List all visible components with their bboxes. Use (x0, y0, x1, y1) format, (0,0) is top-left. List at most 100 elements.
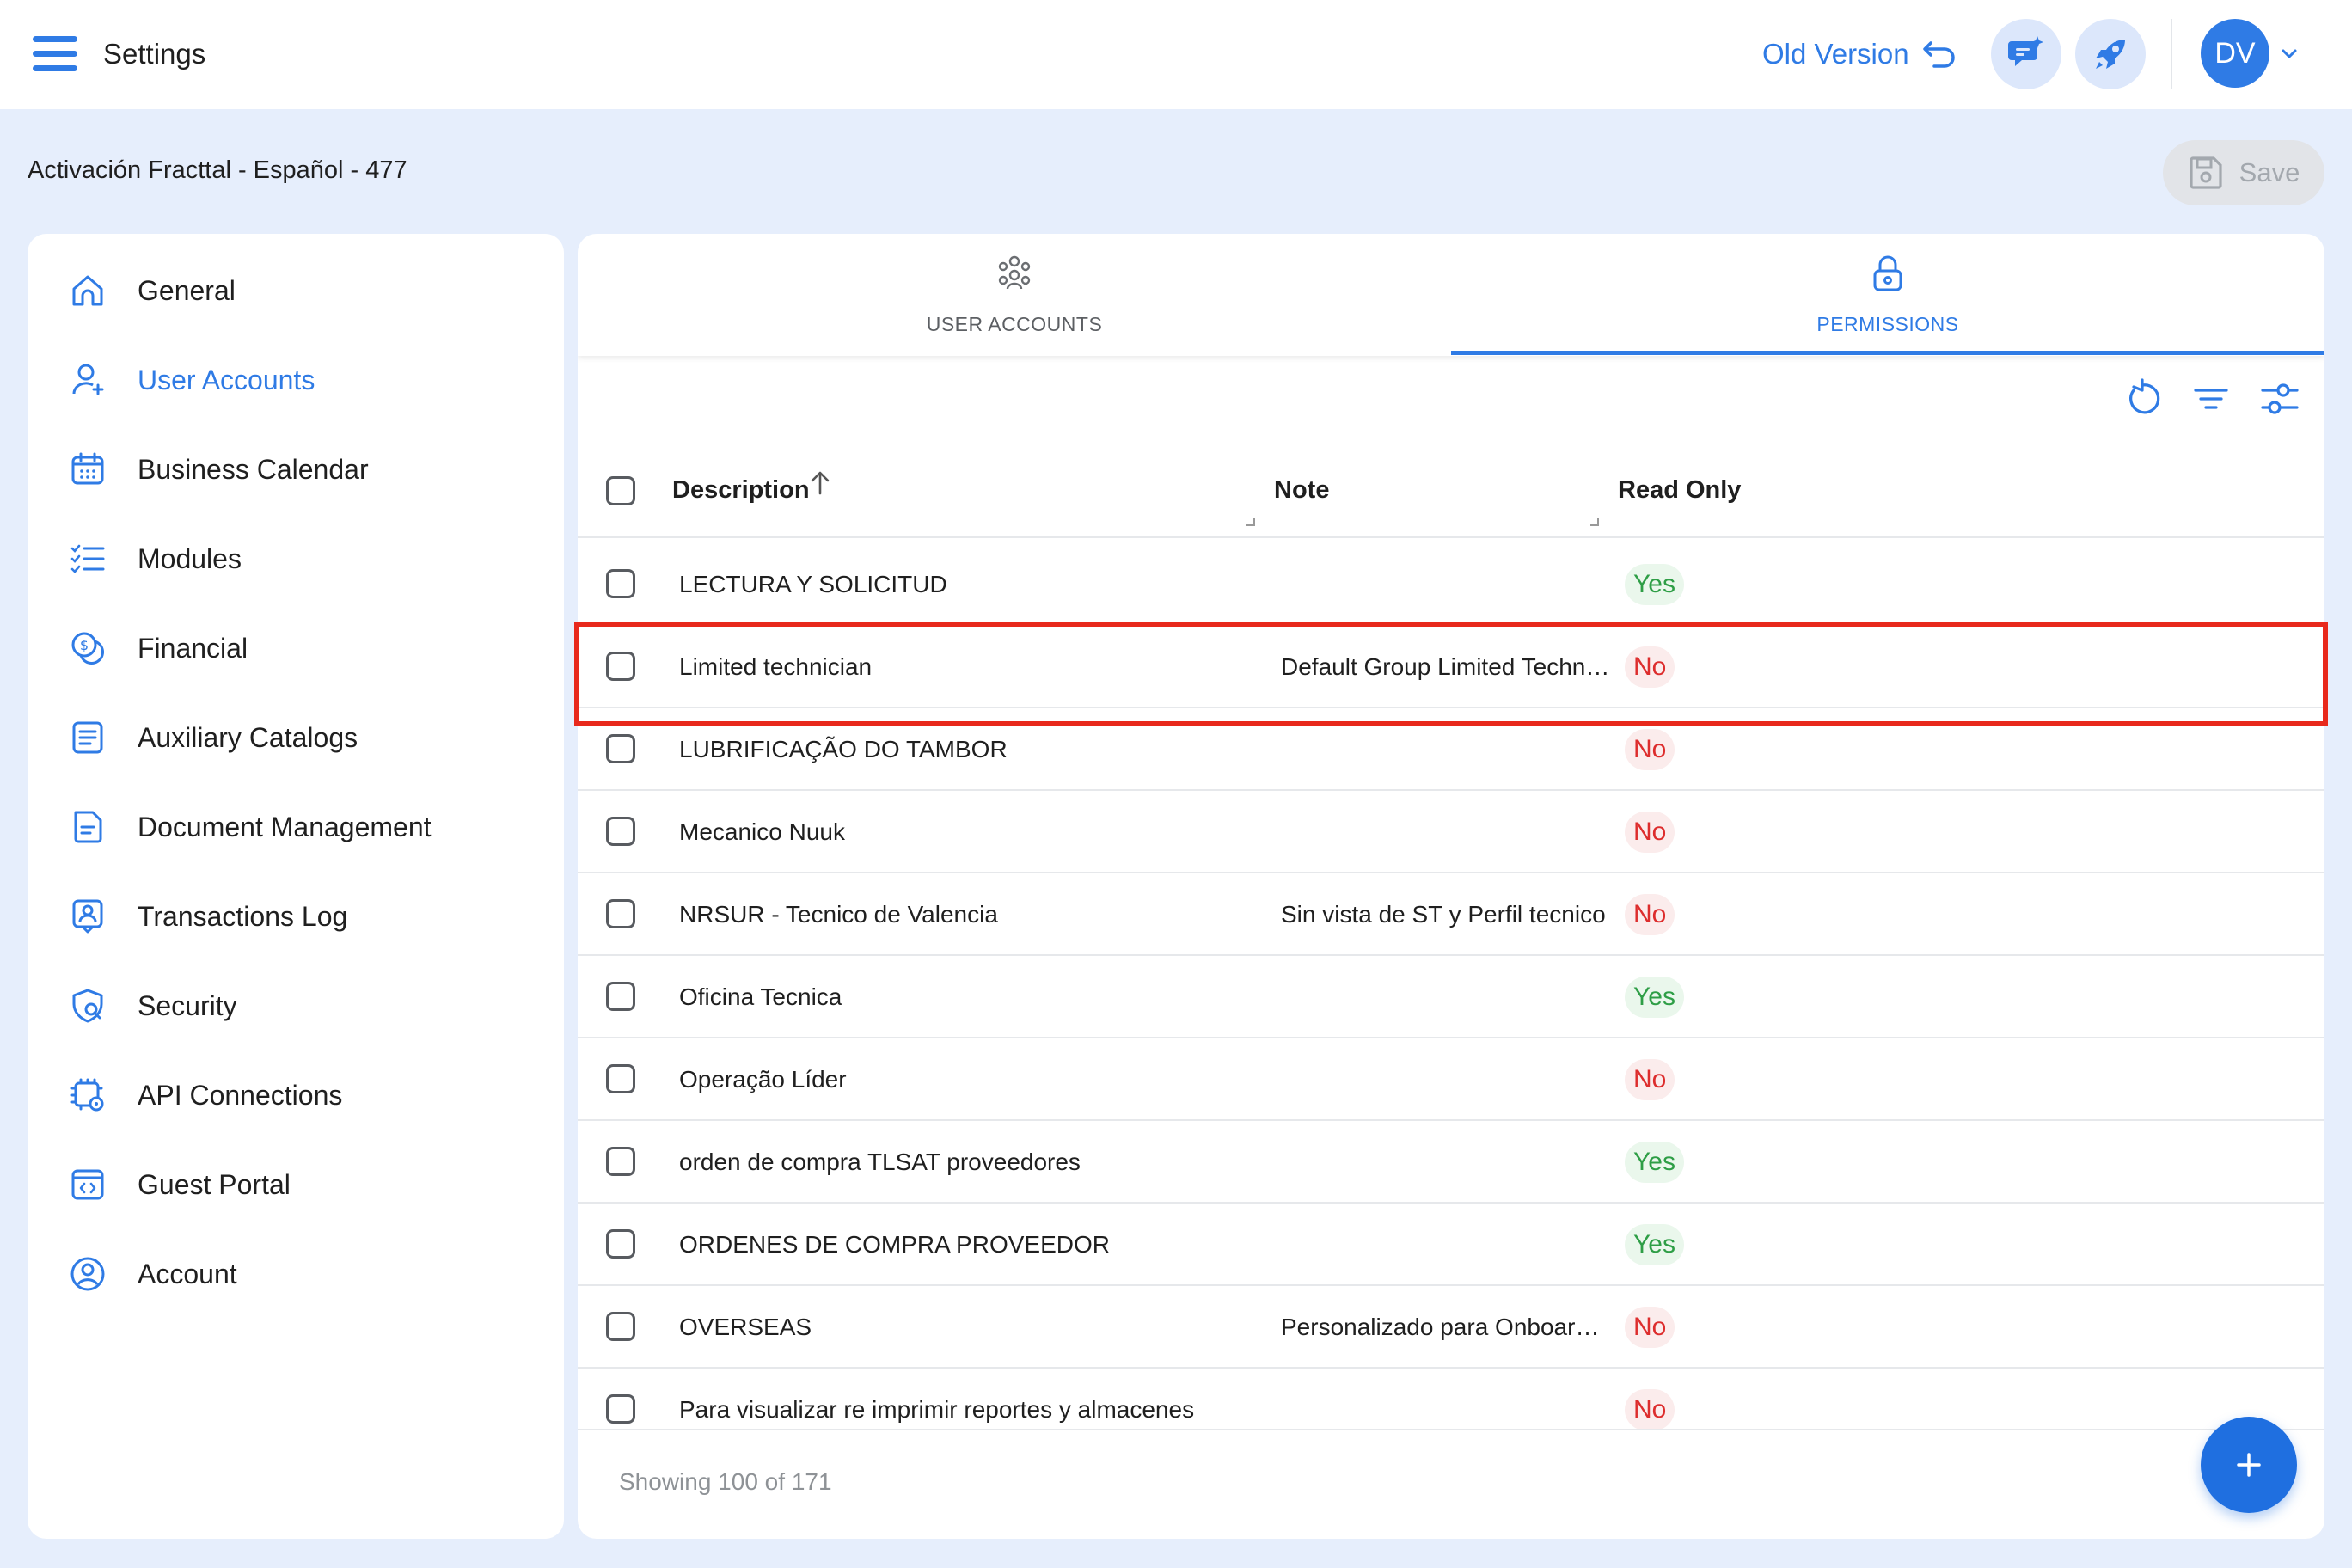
sidebar-item-label: Guest Portal (138, 1169, 291, 1200)
read-only-badge: Yes (1625, 977, 1684, 1018)
sidebar-item-label: API Connections (138, 1080, 343, 1111)
row-checkbox[interactable] (606, 899, 635, 928)
sidebar-item-user-accounts[interactable]: User Accounts (28, 346, 564, 414)
sidebar-item-financial[interactable]: $ Financial (28, 614, 564, 683)
avatar[interactable]: DV (2201, 19, 2269, 88)
table-body[interactable]: LECTURA Y SOLICITUD Yes Limited technici… (578, 543, 2324, 1429)
app-title: Settings (103, 38, 206, 70)
cell-note: Sin vista de ST y Perfil tecnico (1281, 901, 1606, 928)
money-icon: $ (71, 632, 105, 665)
column-header-description[interactable]: Description (672, 476, 810, 505)
chat-support-button[interactable] (1991, 19, 2061, 89)
read-only-badge: Yes (1625, 564, 1684, 605)
table-row[interactable]: Oficina Tecnica Yes (578, 956, 2324, 1038)
refresh-icon[interactable] (2122, 378, 2163, 420)
row-checkbox[interactable] (606, 1147, 635, 1176)
cell-note: Default Group Limited Technician (1281, 653, 1612, 680)
sidebar-item-modules[interactable]: Modules (28, 524, 564, 593)
table-row[interactable]: LUBRIFICAÇÃO DO TAMBOR No (578, 708, 2324, 791)
tab-permissions[interactable]: PERMISSIONS (1451, 234, 2324, 356)
row-checkbox[interactable] (606, 652, 635, 681)
table-row[interactable]: ORDENES DE COMPRA PROVEEDOR Yes (578, 1204, 2324, 1286)
sort-ascending-icon[interactable] (808, 469, 832, 497)
table-row[interactable]: OVERSEAS Personalizado para Onboarding N… (578, 1286, 2324, 1369)
filter-icon[interactable] (2190, 378, 2232, 420)
sidebar-item-transactions-log[interactable]: Transactions Log (28, 882, 564, 951)
read-only-badge: No (1625, 729, 1675, 770)
row-checkbox[interactable] (606, 734, 635, 763)
row-checkbox[interactable] (606, 982, 635, 1011)
tab-user-accounts[interactable]: USER ACCOUNTS (578, 234, 1451, 356)
cell-description: NRSUR - Tecnico de Valencia (679, 901, 998, 928)
sidebar-item-document-management[interactable]: Document Management (28, 793, 564, 861)
user-add-icon (72, 364, 104, 395)
table-row[interactable]: LECTURA Y SOLICITUD Yes (578, 543, 2324, 626)
row-checkbox[interactable] (606, 1229, 635, 1259)
read-only-badge: Yes (1625, 1224, 1684, 1265)
account-icon (70, 1257, 105, 1291)
table-row[interactable]: Limited technician Default Group Limited… (578, 626, 2324, 708)
sidebar-item-label: Financial (138, 633, 248, 664)
portal-icon (71, 1169, 104, 1200)
old-version-link[interactable]: Old Version (1762, 38, 1909, 70)
sidebar-item-account[interactable]: Account (28, 1240, 564, 1308)
tab-label: USER ACCOUNTS (926, 313, 1103, 335)
table-row[interactable]: Operação Líder No (578, 1038, 2324, 1121)
document-icon (74, 811, 102, 843)
lock-icon (1873, 255, 1902, 291)
sidebar-item-label: Auxiliary Catalogs (138, 722, 358, 753)
sidebar-item-general[interactable]: General (28, 256, 564, 325)
select-all-checkbox[interactable] (606, 476, 635, 505)
save-icon (2190, 156, 2222, 189)
row-checkbox[interactable] (606, 1064, 635, 1093)
add-permission-button[interactable] (2201, 1417, 2297, 1513)
sidebar-item-label: Account (138, 1259, 237, 1289)
sidebar-item-security[interactable]: Security (28, 971, 564, 1040)
sidebar-item-label: Document Management (138, 812, 432, 842)
column-resize-handle[interactable] (1246, 518, 1255, 526)
launch-button[interactable] (2075, 19, 2146, 89)
column-header-read-only[interactable]: Read Only (1618, 476, 1741, 505)
table-row[interactable]: orden de compra TLSAT proveedores Yes (578, 1121, 2324, 1204)
row-checkbox[interactable] (606, 817, 635, 846)
row-checkbox[interactable] (606, 1312, 635, 1341)
table-row[interactable]: Para visualizar re imprimir reportes y a… (578, 1369, 2324, 1429)
save-button[interactable]: Save (2163, 140, 2324, 205)
column-settings-icon[interactable] (2259, 378, 2300, 420)
read-only-badge: No (1625, 894, 1675, 935)
row-checkbox[interactable] (606, 1394, 635, 1424)
sidebar-item-api-connections[interactable]: API Connections (28, 1061, 564, 1130)
column-resize-handle[interactable] (1590, 518, 1599, 526)
permissions-panel: USER ACCOUNTS PERMISSIONS Description No… (578, 234, 2324, 1539)
cell-description: Para visualizar re imprimir reportes y a… (679, 1396, 1195, 1423)
calendar-icon (71, 452, 104, 485)
column-header-note[interactable]: Note (1274, 476, 1329, 505)
read-only-badge: Yes (1625, 1142, 1684, 1183)
chat-sparkle-icon (2008, 36, 2043, 66)
save-label: Save (2239, 157, 2300, 187)
cell-description: Mecanico Nuuk (679, 818, 845, 845)
read-only-badge: No (1625, 1307, 1675, 1348)
sidebar-item-label: General (138, 275, 236, 306)
api-gear-icon (70, 1078, 104, 1112)
sidebar-item-guest-portal[interactable]: Guest Portal (28, 1150, 564, 1219)
sidebar-item-label: Modules (138, 543, 242, 574)
read-only-badge: No (1625, 1389, 1675, 1429)
tab-label: PERMISSIONS (1816, 313, 1959, 335)
log-icon (72, 899, 103, 934)
cell-description: LUBRIFICAÇÃO DO TAMBOR (679, 736, 1008, 763)
toolbar-divider (2171, 19, 2172, 89)
undo-icon[interactable] (1922, 38, 1957, 69)
read-only-badge: No (1625, 646, 1675, 688)
chevron-down-icon[interactable] (2280, 45, 2299, 62)
cell-description: Operação Líder (679, 1066, 847, 1093)
plus-icon (2237, 1453, 2261, 1477)
menu-icon[interactable] (33, 36, 77, 72)
cell-description: OVERSEAS (679, 1314, 812, 1340)
record-title: Activación Fracttal - Español - 477 (28, 156, 407, 184)
row-checkbox[interactable] (606, 569, 635, 598)
sidebar-item-business-calendar[interactable]: Business Calendar (28, 435, 564, 504)
table-row[interactable]: NRSUR - Tecnico de Valencia Sin vista de… (578, 873, 2324, 956)
sidebar-item-auxiliary-catalogs[interactable]: Auxiliary Catalogs (28, 703, 564, 772)
table-row[interactable]: Mecanico Nuuk No (578, 791, 2324, 873)
